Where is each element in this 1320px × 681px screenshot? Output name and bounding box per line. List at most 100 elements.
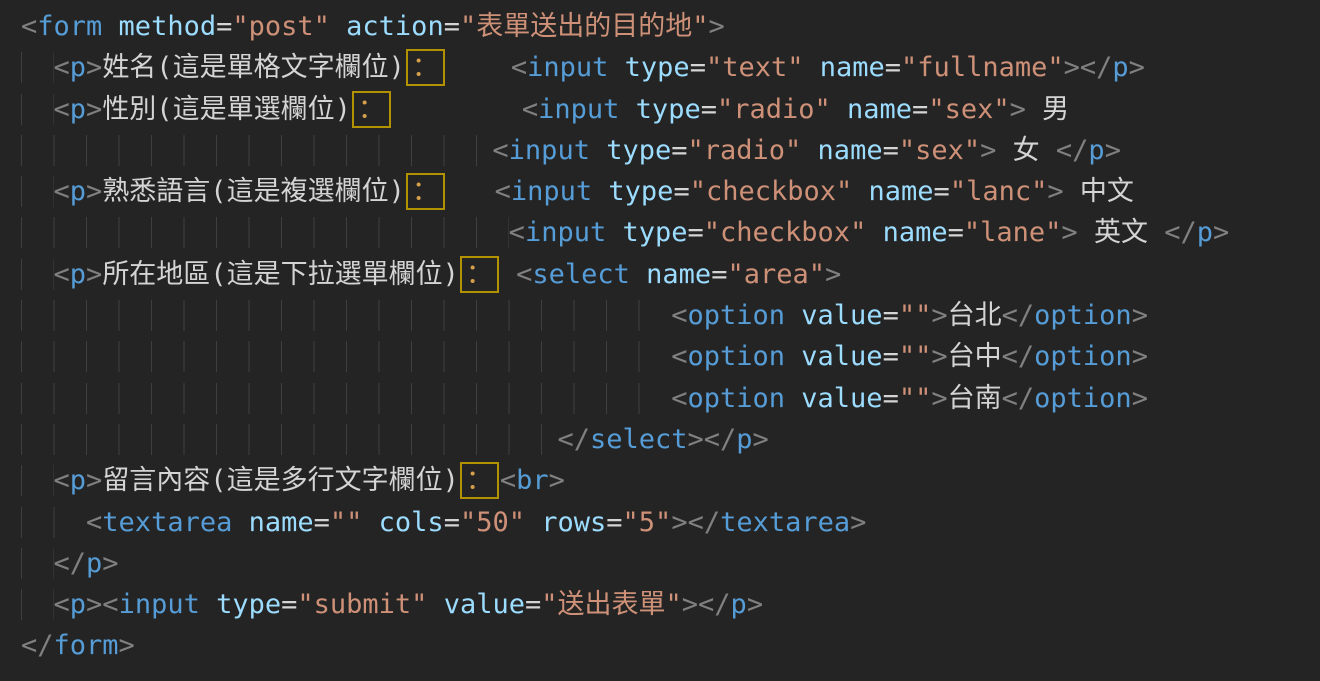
code-token-tag: p [1088, 135, 1104, 166]
code-token-attr: cols [362, 507, 443, 538]
code-line[interactable]: <p>性別(這是單選欄位)： <input type="radio" name=… [21, 89, 1320, 130]
code-token-tag: p [70, 589, 86, 620]
code-token-punct: < [21, 11, 37, 42]
code-token-punct: > [980, 135, 996, 166]
code-token-punct: > [931, 300, 947, 331]
code-token-attr: name [801, 135, 882, 166]
code-line[interactable]: <p>所在地區(這是下拉選單欄位)： <select name="area"> [21, 254, 1320, 295]
code-token-tag: textarea [102, 507, 232, 538]
code-line[interactable]: <p><input type="submit" value="送出表單"></p… [21, 584, 1320, 625]
code-token-str: "radio" [688, 135, 802, 166]
code-token-text: 男 [1026, 94, 1069, 125]
code-token-punct: > [1132, 300, 1148, 331]
code-token-punct: < [54, 52, 70, 83]
code-line[interactable]: </select></p> [21, 419, 1320, 460]
unicode-highlighted-colon: ： [406, 49, 445, 86]
unicode-highlighted-colon: ： [406, 173, 445, 210]
code-token-punct: > [1064, 52, 1080, 83]
code-line[interactable]: <p>姓名(這是單格文字欄位)： <input type="text" name… [21, 47, 1320, 88]
code-token-punct: > [1061, 217, 1077, 248]
code-token-eq: = [701, 94, 717, 125]
code-token-attr: type [590, 135, 671, 166]
code-token-eq: = [690, 52, 706, 83]
code-token-tag: p [70, 52, 86, 83]
code-token-attr: rows [525, 507, 606, 538]
code-token-eq: = [912, 94, 928, 125]
code-token-punct: > [825, 259, 841, 290]
code-line[interactable]: <input type="checkbox" name="lane"> 英文 <… [21, 212, 1320, 253]
code-token-tag: option [1034, 341, 1132, 372]
code-token-attr: name [831, 94, 912, 125]
code-token-eq: = [934, 176, 950, 207]
code-token-punct: < [492, 135, 508, 166]
code-token-text [446, 176, 495, 207]
code-token-text [446, 52, 511, 83]
code-token-punct: > [86, 259, 102, 290]
code-line[interactable]: <p>留言內容(這是多行文字欄位)：<br> [21, 460, 1320, 501]
code-token-punct: > [1129, 52, 1145, 83]
code-token-tag: p [70, 465, 86, 496]
code-line[interactable]: <textarea name="" cols="50" rows="5"></t… [21, 502, 1320, 543]
code-token-punct: > [86, 465, 102, 496]
code-token-punct: < [509, 217, 525, 248]
code-token-tag: input [119, 589, 200, 620]
code-token-eq: = [671, 135, 687, 166]
code-token-eq: = [883, 135, 899, 166]
code-token-punct: > [1132, 383, 1148, 414]
code-token-punct: </ [557, 424, 590, 455]
code-line[interactable]: <option value="">台中</option> [21, 336, 1320, 377]
code-token-punct: </ [54, 548, 87, 579]
code-token-str: "5" [623, 507, 672, 538]
code-token-attr: value [785, 300, 883, 331]
code-line[interactable]: </p> [21, 543, 1320, 584]
unicode-highlighted-colon: ： [352, 91, 391, 128]
code-line[interactable]: <option value="">台北</option> [21, 295, 1320, 336]
code-token-punct: > [86, 52, 102, 83]
indent-guides [21, 424, 557, 455]
code-token-tag: p [70, 259, 86, 290]
code-line[interactable]: <form method="post" action="表單送出的目的地"> [21, 6, 1320, 47]
code-token-attr: type [200, 589, 281, 620]
code-token-str: "lanc" [950, 176, 1048, 207]
unicode-highlighted-colon: ： [460, 256, 499, 293]
code-token-punct: > [549, 465, 565, 496]
code-token-attr: action [330, 11, 444, 42]
code-token-punct: > [1047, 176, 1063, 207]
code-line[interactable]: </form> [21, 625, 1320, 666]
code-token-eq: = [281, 589, 297, 620]
code-token-tag: option [1034, 300, 1132, 331]
code-token-tag: br [516, 465, 549, 496]
code-token-punct: < [671, 341, 687, 372]
code-token-eq: = [606, 507, 622, 538]
code-token-str: "" [899, 300, 932, 331]
code-token-tag: p [70, 94, 86, 125]
code-token-punct: > [850, 507, 866, 538]
code-token-attr: value [427, 589, 525, 620]
code-token-eq: = [216, 11, 232, 42]
code-token-punct: >< [86, 589, 119, 620]
code-token-eq: = [525, 589, 541, 620]
code-token-text: 台中 [948, 341, 1002, 372]
indent-guides [21, 548, 54, 579]
code-token-text: 英文 [1078, 217, 1165, 248]
code-token-punct: > [931, 383, 947, 414]
code-token-punct: < [500, 465, 516, 496]
code-token-eq: = [688, 217, 704, 248]
code-editor[interactable]: <form method="post" action="表單送出的目的地"> <… [0, 0, 1320, 681]
code-token-text: 姓名(這是單格文字欄位) [102, 52, 405, 83]
indent-guides [21, 259, 54, 290]
indent-guides [21, 341, 671, 372]
code-token-str: "radio" [717, 94, 831, 125]
code-token-attr: type [619, 94, 700, 125]
code-token-punct: </ [1080, 52, 1113, 83]
code-token-attr: value [785, 383, 883, 414]
code-line[interactable]: <option value="">台南</option> [21, 378, 1320, 419]
indent-guides [21, 52, 54, 83]
code-token-tag: p [86, 548, 102, 579]
code-token-punct: ></ [682, 589, 731, 620]
code-line[interactable]: <p>熟悉語言(這是複選欄位)： <input type="checkbox" … [21, 171, 1320, 212]
indent-guides [21, 300, 671, 331]
unicode-highlighted-colon: ： [460, 462, 499, 499]
code-line[interactable]: <input type="radio" name="sex"> 女 </p> [21, 130, 1320, 171]
code-token-punct: > [1213, 217, 1229, 248]
